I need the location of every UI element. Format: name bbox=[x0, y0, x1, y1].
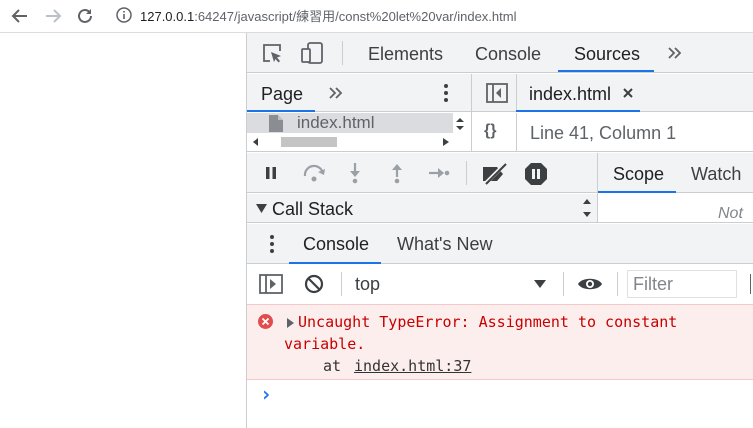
device-toolbar-icon[interactable] bbox=[300, 41, 324, 65]
file-icon bbox=[269, 115, 283, 132]
debugger-toolbar bbox=[247, 153, 597, 193]
drawer-tab-indicator bbox=[289, 262, 381, 264]
toggle-navigator-icon[interactable] bbox=[486, 83, 508, 103]
navigator-header: Page bbox=[247, 74, 471, 112]
devtools-panel: Elements Console Sources Page index.html bbox=[246, 33, 753, 428]
debugger-toolbar-divider bbox=[466, 161, 467, 185]
expand-error-icon[interactable] bbox=[287, 318, 294, 328]
active-tab-indicator bbox=[558, 70, 654, 72]
step-into-icon[interactable] bbox=[348, 162, 362, 184]
step-icon[interactable] bbox=[428, 166, 450, 180]
cursor-position: Line 41, Column 1 bbox=[530, 123, 677, 143]
url-host: 127.0.0.1 bbox=[140, 9, 195, 24]
call-stack-header[interactable]: Call Stack bbox=[272, 199, 353, 220]
close-tab-icon[interactable] bbox=[622, 87, 634, 99]
sidebar-tabs: Scope Watch bbox=[598, 153, 753, 193]
stack-prefix: at bbox=[323, 357, 342, 375]
error-text-line2: variable. bbox=[284, 335, 366, 353]
tab-scope[interactable]: Scope bbox=[613, 164, 664, 185]
context-value: top bbox=[355, 274, 381, 294]
scroll-right-icon[interactable] bbox=[443, 138, 449, 146]
back-arrow-icon bbox=[11, 9, 27, 23]
pretty-print-icon[interactable]: {} bbox=[484, 122, 496, 140]
file-tree-row[interactable]: index.html bbox=[247, 113, 453, 133]
deactivate-breakpoints-icon[interactable] bbox=[481, 163, 509, 185]
step-out-icon[interactable] bbox=[390, 162, 404, 184]
filter-input[interactable]: Filter bbox=[627, 270, 737, 298]
editor-status-bar: {} Line 41, Column 1 bbox=[472, 113, 753, 152]
drawer-tabbar: Console What's New bbox=[247, 224, 753, 264]
tab-watch[interactable]: Watch bbox=[691, 164, 741, 185]
drawer-tab-console[interactable]: Console bbox=[303, 234, 369, 255]
scope-tab-indicator bbox=[598, 191, 676, 193]
call-stack-section: Call Stack bbox=[247, 194, 597, 223]
tree-scroll-arrows-icon[interactable] bbox=[455, 115, 465, 133]
filter-placeholder: Filter bbox=[633, 274, 673, 294]
call-stack-scroll-arrows-icon[interactable] bbox=[583, 197, 591, 219]
editor-tab-indicator bbox=[516, 110, 640, 112]
navigator-tab-indicator bbox=[247, 110, 315, 112]
forward-button[interactable] bbox=[42, 5, 64, 27]
forward-arrow-icon bbox=[46, 9, 62, 23]
pause-on-exceptions-icon[interactable] bbox=[524, 162, 548, 186]
console-prompt-icon: › bbox=[260, 382, 273, 406]
editor-header-divider bbox=[516, 74, 517, 112]
url-path: :64247/javascript/練習用/const%20let%20var/… bbox=[194, 9, 517, 24]
drawer-tab-whats-new[interactable]: What's New bbox=[397, 234, 492, 255]
console-toolbar-divider-2 bbox=[563, 272, 564, 296]
context-selector[interactable]: top bbox=[345, 271, 555, 297]
live-expression-eye-icon[interactable] bbox=[577, 276, 603, 292]
navigator-tab-page[interactable]: Page bbox=[261, 84, 303, 105]
reload-button[interactable] bbox=[74, 5, 96, 27]
clear-console-icon[interactable] bbox=[304, 274, 324, 294]
navigator-tree: index.html bbox=[247, 113, 471, 152]
error-text-line1: Uncaught TypeError: Assignment to consta… bbox=[298, 313, 678, 331]
tab-console[interactable]: Console bbox=[475, 44, 541, 65]
stack-trace-link[interactable]: index.html:37 bbox=[354, 357, 471, 375]
devtools-main-tabbar: Elements Console Sources bbox=[247, 33, 753, 73]
context-dropdown-icon bbox=[534, 280, 546, 288]
horizontal-scrollbar-thumb[interactable] bbox=[281, 137, 337, 147]
scope-placeholder: Not bbox=[718, 205, 743, 222]
editor-tab-file[interactable]: index.html bbox=[529, 84, 611, 105]
collapse-triangle-icon[interactable] bbox=[256, 204, 267, 213]
levels-edge[interactable] bbox=[750, 274, 751, 294]
more-tabs-chevron-icon[interactable] bbox=[666, 45, 682, 61]
show-sidebar-icon[interactable] bbox=[259, 274, 283, 294]
back-button[interactable] bbox=[9, 5, 31, 27]
error-icon bbox=[258, 314, 273, 329]
console-toolbar: top Filter bbox=[247, 265, 753, 304]
editor-header: index.html bbox=[472, 74, 753, 112]
toolbar-divider bbox=[342, 41, 343, 65]
navigator-more-chevron-icon[interactable] bbox=[327, 85, 343, 101]
file-tree-label: index.html bbox=[297, 113, 375, 132]
scope-pane: Not bbox=[598, 194, 753, 223]
page-viewport bbox=[0, 33, 246, 428]
navigator-menu-icon[interactable] bbox=[443, 83, 449, 103]
console-toolbar-divider-3 bbox=[617, 272, 618, 296]
reload-icon bbox=[78, 8, 92, 23]
console-toolbar-divider bbox=[341, 272, 342, 296]
address-bar[interactable]: 127.0.0.1:64247/javascript/練習用/const%20l… bbox=[140, 6, 516, 25]
pause-icon[interactable] bbox=[264, 166, 278, 180]
step-over-icon[interactable] bbox=[302, 164, 328, 182]
console-error-message: Uncaught TypeError: Assignment to consta… bbox=[247, 304, 753, 380]
scroll-left-icon[interactable] bbox=[253, 138, 259, 146]
tab-sources[interactable]: Sources bbox=[574, 44, 640, 65]
inspect-element-icon[interactable] bbox=[261, 42, 283, 64]
site-info-icon[interactable] bbox=[116, 7, 132, 23]
browser-toolbar: 127.0.0.1:64247/javascript/練習用/const%20l… bbox=[0, 0, 753, 33]
console-prompt-area[interactable]: › bbox=[247, 381, 753, 428]
status-divider bbox=[516, 113, 517, 151]
drawer-menu-icon[interactable] bbox=[269, 234, 275, 254]
tab-elements[interactable]: Elements bbox=[368, 44, 443, 65]
